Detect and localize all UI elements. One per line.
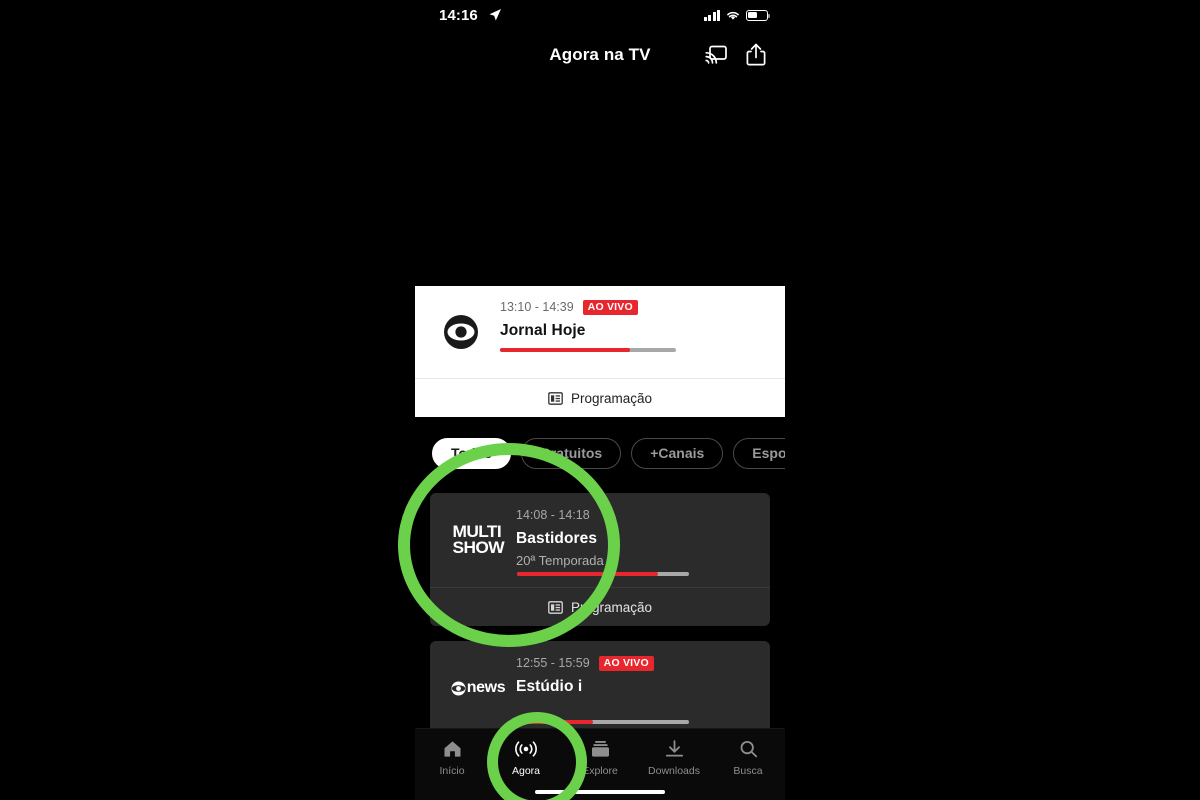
- download-icon: [662, 738, 686, 760]
- tab-downloads[interactable]: Downloads: [637, 738, 711, 777]
- channel-card-progress: [517, 720, 689, 724]
- video-player[interactable]: [415, 86, 785, 286]
- status-bar-time: 14:16: [439, 7, 478, 24]
- channel-card-body: MULTI SHOW 14:08 - 14:18 Bastidores 20ª …: [430, 493, 770, 587]
- now-playing-card[interactable]: 13:10 - 14:39 AO VIVO Jornal Hoje Progra…: [415, 286, 785, 417]
- channel-card-title: Estúdio i: [516, 678, 583, 695]
- tab-agora-label: Agora: [511, 765, 541, 777]
- globo-logo: [441, 312, 481, 352]
- now-playing-schedule-button[interactable]: Programação: [415, 378, 785, 417]
- globo-mark-icon: [451, 681, 466, 695]
- tab-busca[interactable]: Busca: [711, 738, 785, 777]
- share-button[interactable]: [744, 42, 768, 66]
- channel-card-body: news 12:55 - 15:59 AO VIVO Estúdio i: [430, 641, 770, 735]
- explore-stack-icon: [588, 738, 612, 760]
- status-badge: AO VIVO: [598, 655, 654, 671]
- home-indicator: [535, 790, 665, 794]
- tab-agora[interactable]: Agora: [489, 738, 563, 777]
- multishow-logo-line2: SHOW: [452, 538, 504, 557]
- screenshot-root: 14:16 Agora na TV 13:10 - 14:39 AO VIVO …: [0, 0, 1200, 800]
- channel-card-time: 14:08 - 14:18: [516, 508, 590, 522]
- tab-busca-label: Busca: [733, 765, 763, 777]
- tab-explore[interactable]: Explore: [563, 738, 637, 777]
- share-icon: [746, 43, 766, 65]
- location-arrow-icon: [489, 9, 501, 21]
- channel-card-time-row: 12:55 - 15:59 AO VIVO: [516, 655, 654, 671]
- battery-icon: [746, 9, 771, 21]
- channel-card-progress-fill: [517, 572, 659, 576]
- channel-card-schedule-button[interactable]: Programação: [430, 587, 770, 626]
- channel-card-meta: 14:08 - 14:18 Bastidores 20ª Temporada: [516, 507, 604, 568]
- now-playing-body: 13:10 - 14:39 AO VIVO Jornal Hoje: [415, 286, 785, 378]
- now-playing-time: 13:10 - 14:39: [500, 300, 574, 314]
- now-playing-progress: [500, 348, 676, 352]
- cast-button[interactable]: [704, 42, 728, 66]
- filter-chip-row[interactable]: Todos Gratuitos +Canais Esportes: [415, 422, 785, 484]
- channel-card-progress-fill: [517, 720, 593, 724]
- now-playing-title: Jornal Hoje: [500, 322, 586, 339]
- multishow-logo: MULTI SHOW: [440, 515, 516, 565]
- bottom-tab-bar[interactable]: Início Agora Explore Downloads Busca: [415, 728, 785, 800]
- tab-inicio-label: Início: [439, 765, 465, 777]
- status-bar-indicators: [703, 9, 771, 21]
- filter-chip-gratuitos[interactable]: Gratuitos: [520, 437, 622, 469]
- channel-card-meta: 12:55 - 15:59 AO VIVO Estúdio i: [516, 655, 654, 696]
- status-badge: AO VIVO: [582, 299, 638, 315]
- channel-card-time-row: 14:08 - 14:18: [516, 507, 604, 523]
- now-playing-schedule-label: Programação: [570, 390, 653, 406]
- tab-inicio[interactable]: Início: [415, 738, 489, 777]
- header-actions: [704, 42, 768, 66]
- channel-card-multishow[interactable]: MULTI SHOW 14:08 - 14:18 Bastidores 20ª …: [430, 493, 770, 626]
- globonews-logo-text: news: [466, 679, 506, 696]
- home-icon: [440, 738, 464, 760]
- channel-card-title: Bastidores: [516, 530, 598, 547]
- filter-chip-canais[interactable]: +Canais: [631, 437, 724, 469]
- now-playing-meta: 13:10 - 14:39 AO VIVO Jornal Hoje: [500, 299, 638, 340]
- channel-card-progress: [517, 572, 689, 576]
- wifi-icon: [727, 11, 739, 20]
- now-playing-time-row: 13:10 - 14:39 AO VIVO: [500, 299, 638, 315]
- schedule-grid-icon: [548, 600, 563, 614]
- cellular-signal-icon: [703, 9, 720, 21]
- channel-card-subtitle: 20ª Temporada: [516, 553, 604, 568]
- schedule-grid-icon: [548, 391, 563, 405]
- filter-chip-todos[interactable]: Todos: [432, 437, 511, 469]
- globonews-logo: news: [440, 663, 516, 713]
- search-icon: [736, 738, 760, 760]
- cast-icon: [705, 45, 727, 64]
- app-header: Agora na TV: [415, 40, 785, 86]
- filter-chip-esportes[interactable]: Esportes: [733, 437, 785, 469]
- broadcast-icon: [514, 738, 538, 760]
- channel-card-time: 12:55 - 15:59: [516, 656, 590, 670]
- tab-downloads-label: Downloads: [648, 765, 700, 777]
- channel-card-schedule-label: Programação: [570, 599, 653, 615]
- now-playing-progress-fill: [500, 348, 631, 352]
- tab-explore-label: Explore: [582, 765, 618, 777]
- status-bar: 14:16: [415, 0, 785, 34]
